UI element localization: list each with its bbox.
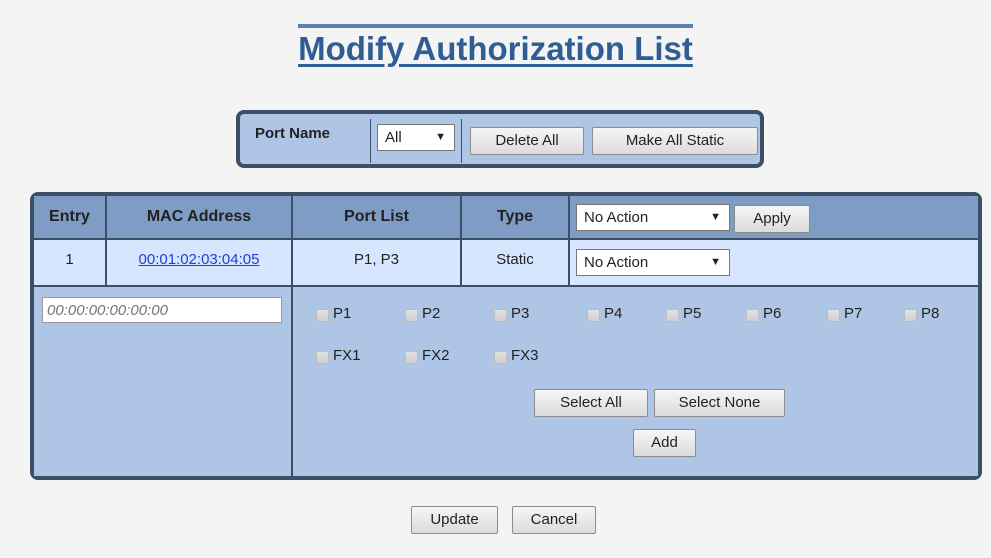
row-action-select[interactable]: No Action ▼ xyxy=(576,249,730,276)
cancel-button[interactable]: Cancel xyxy=(512,506,596,534)
port-checkbox-p4[interactable] xyxy=(587,309,600,322)
port-label-p6: P6 xyxy=(763,305,782,322)
page-title: Modify Authorization List xyxy=(0,24,991,68)
update-button[interactable]: Update xyxy=(411,506,498,534)
chevron-down-icon: ▼ xyxy=(435,131,446,143)
port-checkbox-p1[interactable] xyxy=(316,309,329,322)
mac-address-link[interactable]: 00:01:02:03:04:05 xyxy=(139,251,260,268)
make-all-static-button[interactable]: Make All Static xyxy=(592,127,758,155)
port-label-p8: P8 xyxy=(921,305,940,322)
port-label-p2: P2 xyxy=(422,305,441,322)
select-none-button[interactable]: Select None xyxy=(654,389,785,417)
row-action-cell: No Action ▼ xyxy=(570,240,978,285)
port-checkbox-p7[interactable] xyxy=(827,309,840,322)
column-header-mac-address: MAC Address xyxy=(107,196,291,238)
divider xyxy=(461,119,462,163)
column-header-port-list: Port List xyxy=(293,196,460,238)
select-all-button[interactable]: Select All xyxy=(534,389,648,417)
port-checkbox-p8[interactable] xyxy=(904,309,917,322)
column-header-entry: Entry xyxy=(34,196,105,238)
authorization-table: Entry MAC Address Port List Type No Acti… xyxy=(30,192,982,480)
column-header-action: No Action ▼ Apply xyxy=(570,196,978,238)
port-checkbox-fx2[interactable] xyxy=(405,351,418,364)
row-action-select-value: No Action xyxy=(584,254,649,271)
port-label-p7: P7 xyxy=(844,305,863,322)
port-checkbox-p2[interactable] xyxy=(405,309,418,322)
chevron-down-icon: ▼ xyxy=(710,211,721,223)
port-name-label: Port Name xyxy=(255,125,331,142)
port-label-fx2: FX2 xyxy=(422,347,450,364)
port-checkbox-p3[interactable] xyxy=(494,309,507,322)
divider xyxy=(370,119,371,163)
port-label-p3: P3 xyxy=(511,305,530,322)
port-label-fx1: FX1 xyxy=(333,347,361,364)
new-mac-cell xyxy=(34,287,291,476)
row-entry-number: 1 xyxy=(34,240,105,285)
port-checkbox-p6[interactable] xyxy=(746,309,759,322)
page-title-text: Modify Authorization List xyxy=(298,24,693,67)
port-checkbox-fx3[interactable] xyxy=(494,351,507,364)
new-mac-input[interactable] xyxy=(42,297,282,323)
apply-button[interactable]: Apply xyxy=(734,205,810,233)
row-mac-address-cell: 00:01:02:03:04:05 xyxy=(107,240,291,285)
row-port-list: P1, P3 xyxy=(293,240,460,285)
column-header-type: Type xyxy=(462,196,568,238)
port-name-select[interactable]: All ▼ xyxy=(377,124,455,151)
port-checkbox-p5[interactable] xyxy=(666,309,679,322)
port-label-p1: P1 xyxy=(333,305,352,322)
bulk-action-select[interactable]: No Action ▼ xyxy=(576,204,730,231)
port-label-p5: P5 xyxy=(683,305,702,322)
new-ports-cell: P1 P2 P3 P4 P5 P6 P7 P8 FX1 FX2 FX3 Sele… xyxy=(293,287,978,476)
port-checkbox-fx1[interactable] xyxy=(316,351,329,364)
chevron-down-icon: ▼ xyxy=(710,256,721,268)
port-filter-panel: Port Name All ▼ Delete All Make All Stat… xyxy=(236,110,764,168)
port-name-select-value: All xyxy=(385,129,402,146)
port-label-fx3: FX3 xyxy=(511,347,539,364)
add-button[interactable]: Add xyxy=(633,429,696,457)
bulk-action-select-value: No Action xyxy=(584,209,649,226)
delete-all-button[interactable]: Delete All xyxy=(470,127,584,155)
port-label-p4: P4 xyxy=(604,305,623,322)
row-type: Static xyxy=(462,240,568,285)
